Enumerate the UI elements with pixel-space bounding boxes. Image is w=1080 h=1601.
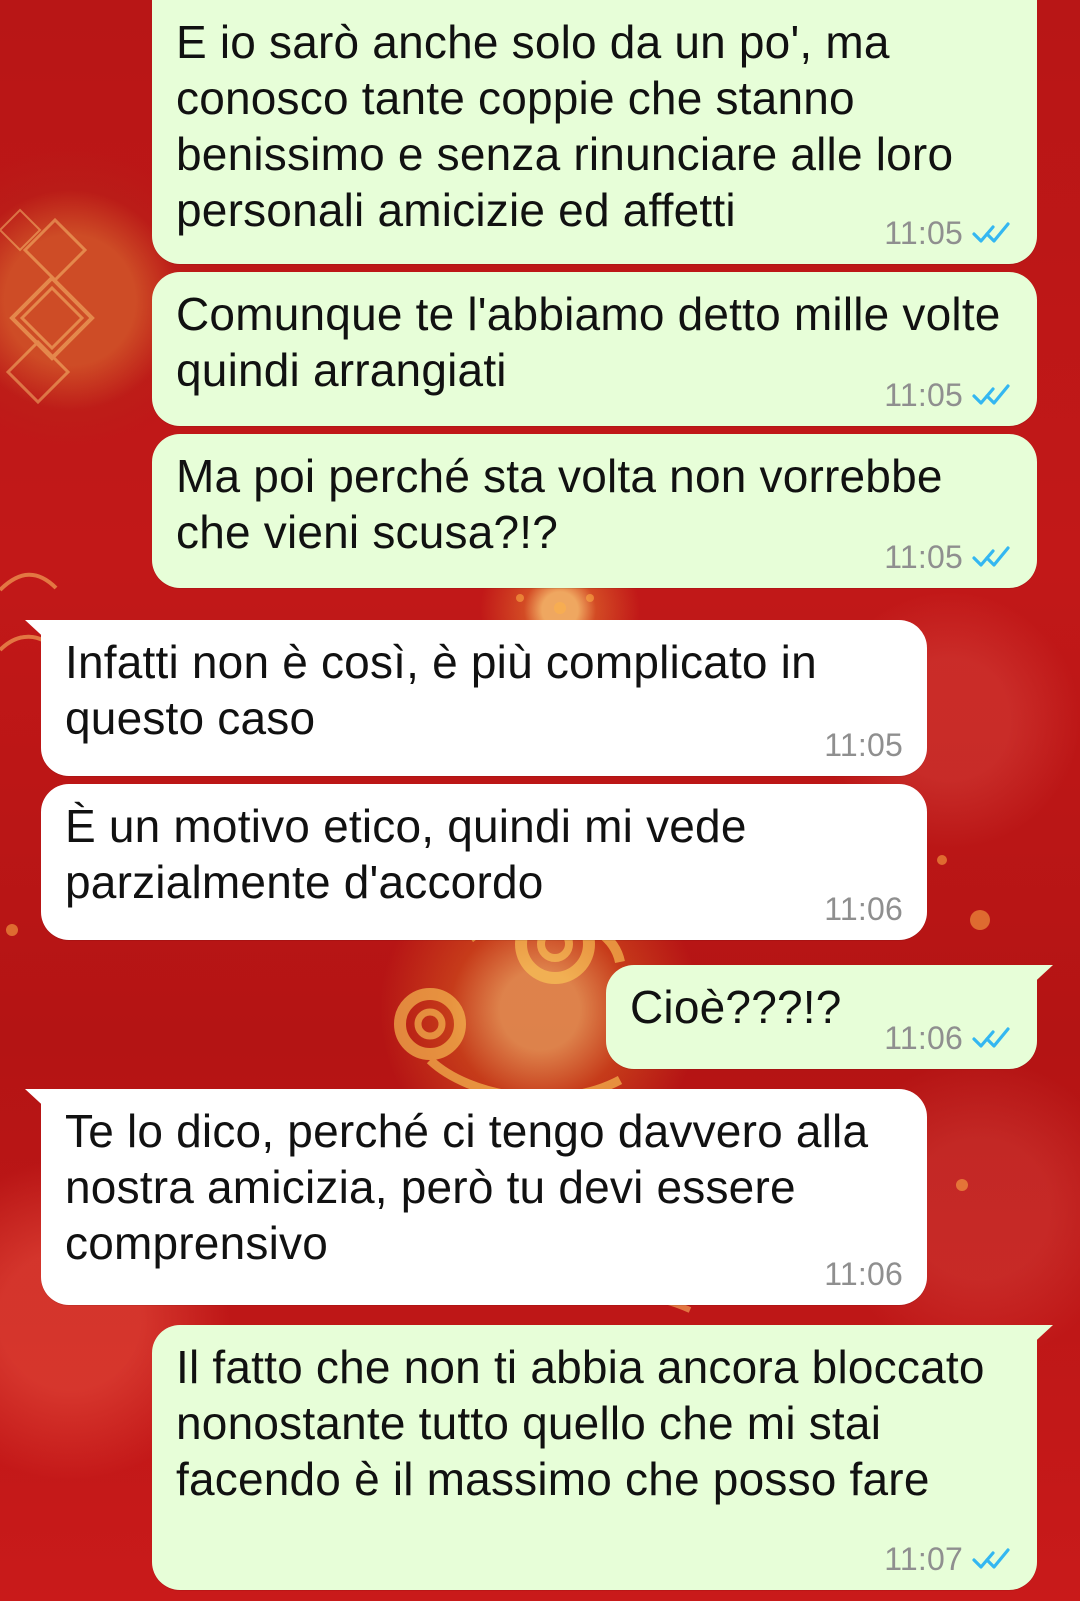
- message-time: 11:06: [884, 1020, 963, 1056]
- message-text: Infatti non è così, è più complicato in …: [65, 636, 817, 744]
- bubble-tail: [25, 620, 51, 644]
- message-time: 11:05: [824, 727, 903, 763]
- message-meta: 11:06: [824, 892, 903, 926]
- message-time: 11:05: [884, 539, 963, 575]
- message-meta: 11:06: [884, 1021, 1013, 1055]
- message-time: 11:06: [824, 1256, 903, 1292]
- message-meta: 11:05: [884, 216, 1013, 250]
- bubble-tail: [1027, 965, 1053, 989]
- bubble-tail: [1027, 1325, 1053, 1349]
- double-check-icon: [972, 222, 1010, 243]
- bubble-tail: [25, 1089, 51, 1113]
- message-text: E io sarò anche solo da un po', ma conos…: [176, 16, 954, 236]
- message-meta: 11:06: [824, 1257, 903, 1291]
- message-text: Il fatto che non ti abbia ancora bloccat…: [176, 1341, 985, 1505]
- message-text: Te lo dico, perché ci tengo davvero alla…: [65, 1105, 869, 1269]
- outgoing-message-bubble[interactable]: Il fatto che non ti abbia ancora bloccat…: [152, 1325, 1053, 1590]
- message-meta: 11:07: [884, 1542, 1013, 1576]
- message-time: 11:07: [884, 1541, 963, 1577]
- double-check-icon: [972, 384, 1010, 405]
- message-time: 11:05: [884, 215, 963, 251]
- message-time: 11:06: [824, 891, 903, 927]
- incoming-message-bubble[interactable]: È un motivo etico, quindi mi vede parzia…: [41, 784, 927, 940]
- incoming-message-bubble[interactable]: Te lo dico, perché ci tengo davvero alla…: [25, 1089, 927, 1305]
- message-text: È un motivo etico, quindi mi vede parzia…: [65, 800, 747, 908]
- message-meta: 11:05: [884, 378, 1013, 412]
- message-text: Cioè???!?: [630, 981, 842, 1033]
- outgoing-message-bubble[interactable]: Cioè???!? 11:06: [606, 965, 1053, 1069]
- chat-thread: E io sarò anche solo da un po', ma conos…: [0, 0, 1080, 1601]
- message-meta: 11:05: [884, 540, 1013, 574]
- outgoing-message-bubble[interactable]: Ma poi perché sta volta non vorrebbe che…: [152, 434, 1037, 588]
- message-time: 11:05: [884, 377, 963, 413]
- outgoing-message-bubble[interactable]: E io sarò anche solo da un po', ma conos…: [152, 0, 1037, 264]
- double-check-icon: [972, 546, 1010, 567]
- incoming-message-bubble[interactable]: Infatti non è così, è più complicato in …: [25, 620, 927, 776]
- outgoing-message-bubble[interactable]: Comunque te l'abbiamo detto mille volte …: [152, 272, 1037, 426]
- double-check-icon: [972, 1027, 1010, 1048]
- double-check-icon: [972, 1548, 1010, 1569]
- message-meta: 11:05: [824, 728, 903, 762]
